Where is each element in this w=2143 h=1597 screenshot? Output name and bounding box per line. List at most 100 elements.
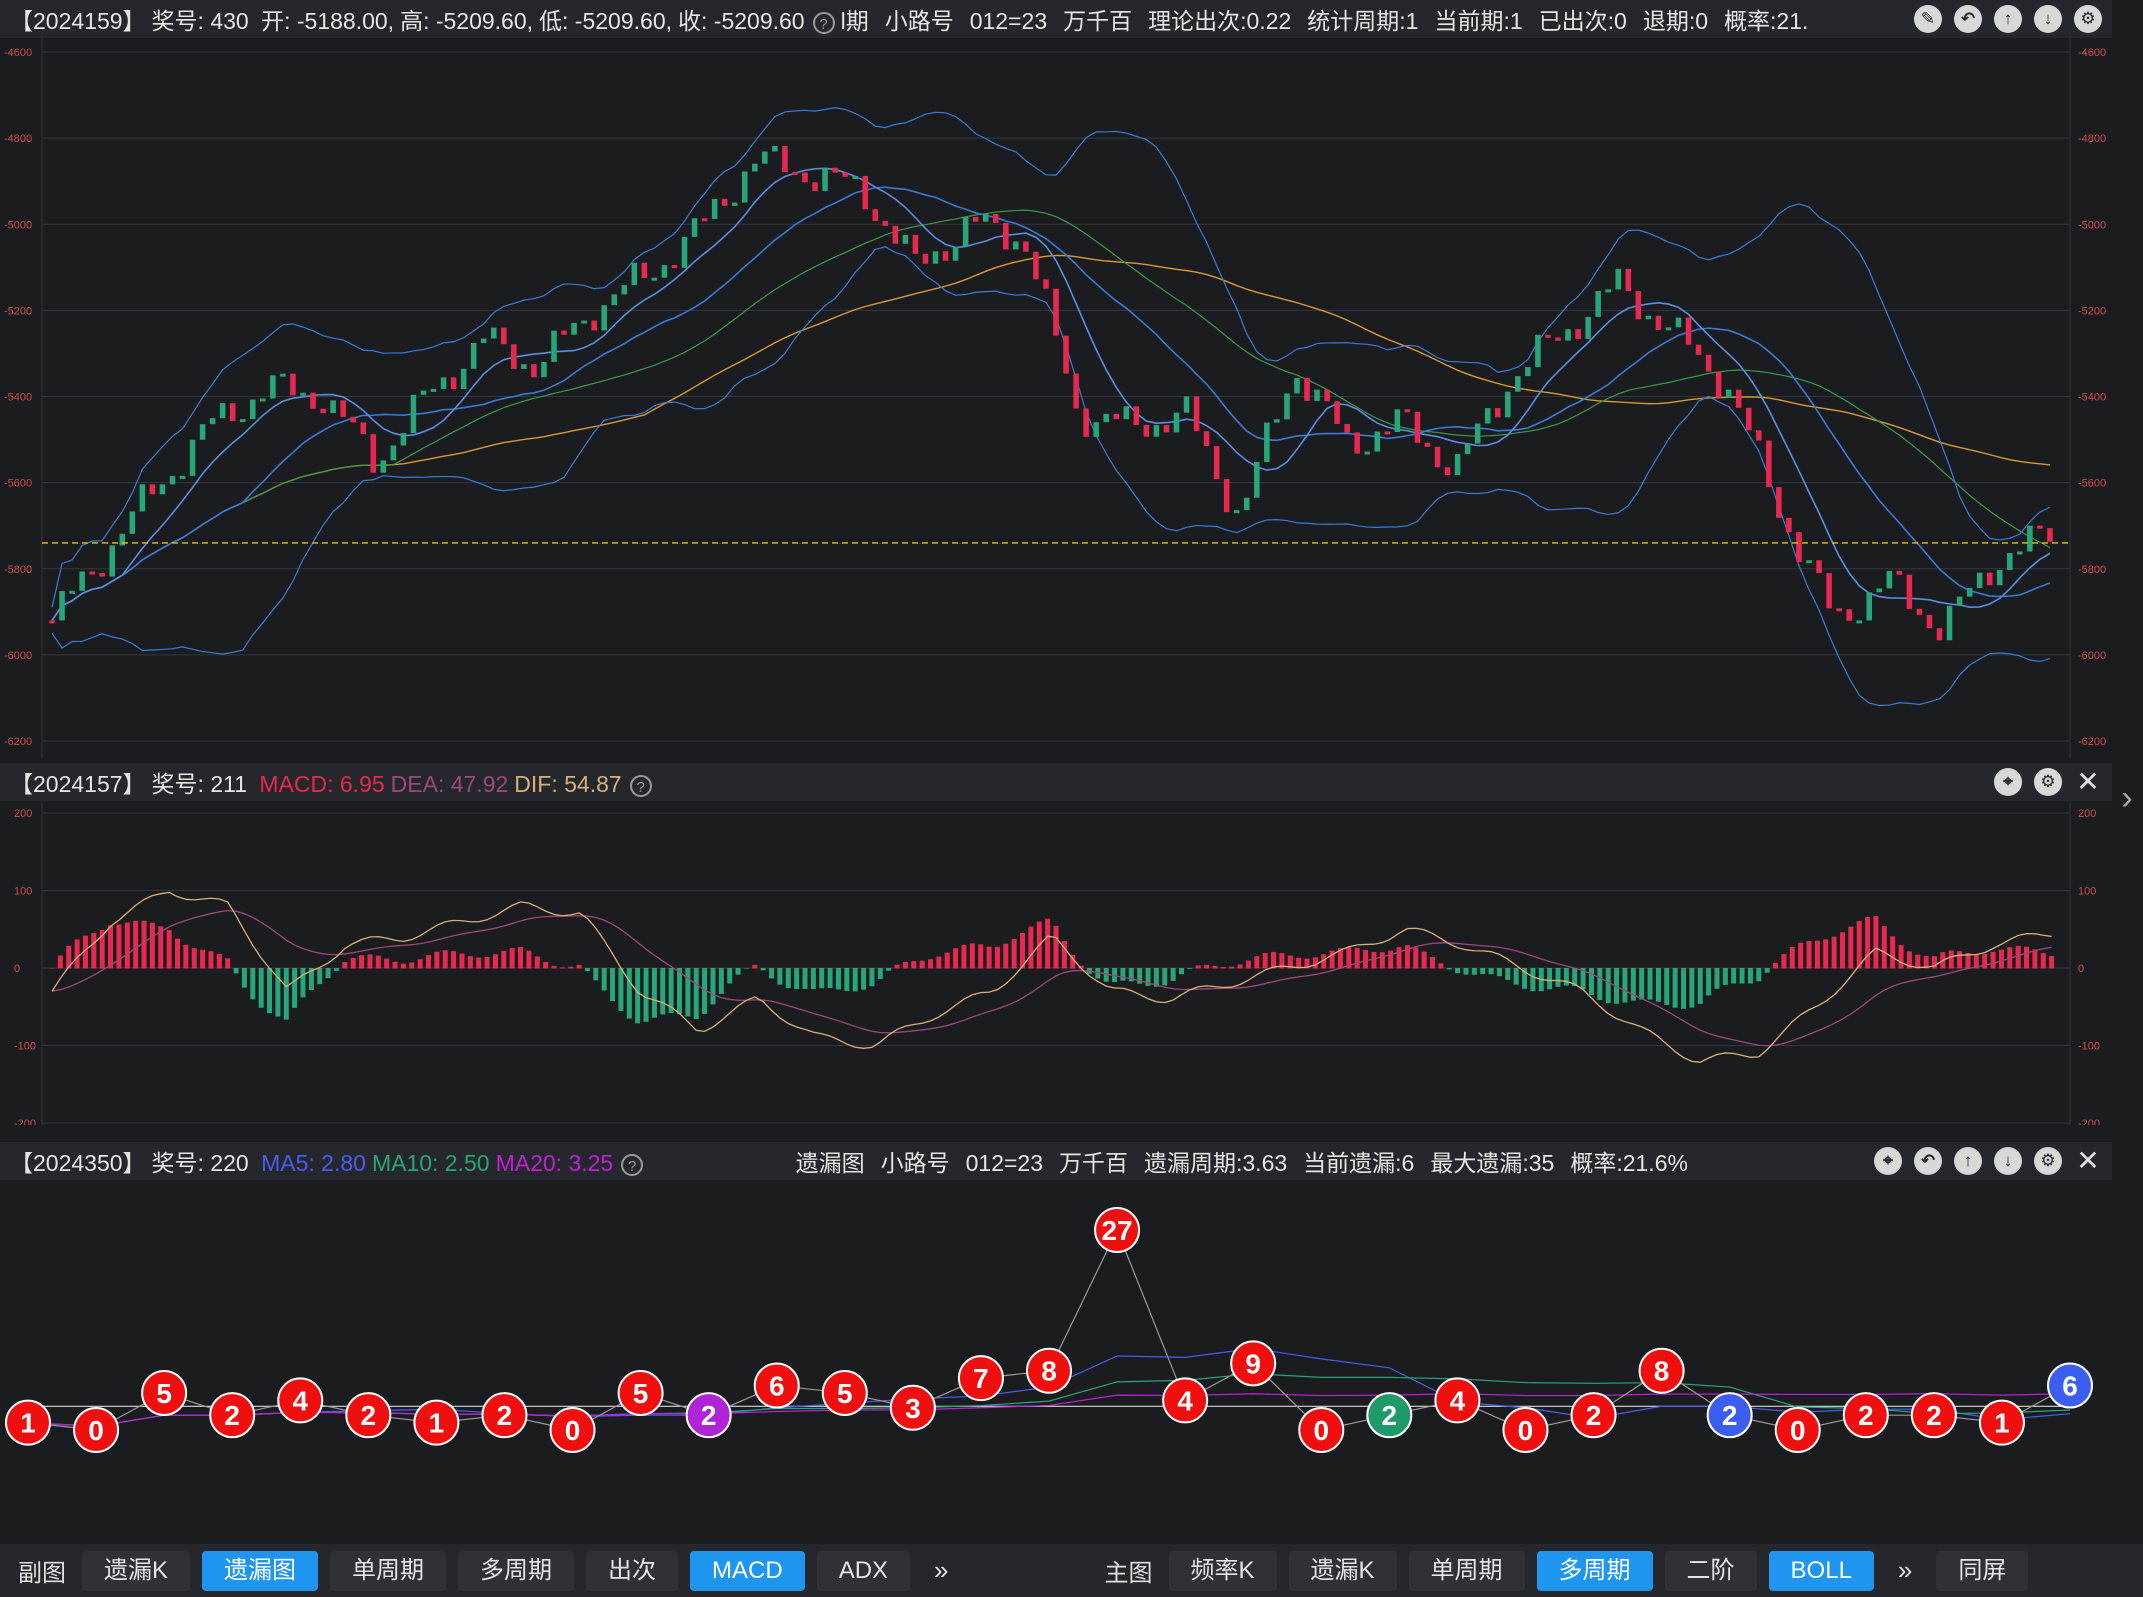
close-icon[interactable]: ✕: [2074, 1147, 2102, 1175]
macd-bar: [676, 968, 683, 1015]
help-icon[interactable]: ?: [621, 1153, 644, 1176]
candle: [1565, 329, 1571, 341]
macd-bar: [1245, 960, 1251, 969]
macd-bar: [1505, 968, 1511, 980]
y-tick-label-left: 0: [14, 963, 20, 975]
settings-icon[interactable]: ⚙: [2034, 1147, 2062, 1175]
candle: [1414, 411, 1421, 443]
macd-bar: [794, 968, 800, 990]
miss-panel[interactable]: 1 0 5 2 4 2 1 2 0 5 2 6 5 3 7 8 27 4 9 0 2 4 0 2 8 2 0 2 2 1 6: [0, 1180, 2112, 1542]
macd-bar: [1170, 968, 1176, 981]
ma20-line: [27, 1393, 2071, 1427]
candle: [551, 330, 557, 362]
main-btn-0[interactable]: 频率K: [1168, 1550, 1277, 1591]
candle: [1113, 413, 1120, 420]
candle: [1906, 574, 1913, 609]
sub-btn-5[interactable]: MACD: [690, 1550, 805, 1591]
main-digits: 万千百: [1063, 8, 1133, 34]
macd-bar: [325, 968, 331, 979]
macd-bar: [760, 968, 766, 971]
main-btn-3[interactable]: 多周期: [1536, 1550, 1653, 1591]
macd-bar: [1605, 968, 1611, 1004]
close-icon[interactable]: ✕: [2074, 768, 2102, 796]
y-tick-label-right: -4600: [2078, 47, 2106, 59]
macd-bar: [1178, 968, 1185, 975]
sub-btn-3[interactable]: 多周期: [458, 1550, 575, 1591]
miss-point-label: 8: [1654, 1356, 1670, 1387]
sub-btn-6[interactable]: ADX: [816, 1550, 911, 1591]
macd-bar: [2032, 949, 2038, 969]
candle: [89, 571, 95, 575]
macd-bar: [2040, 953, 2046, 969]
macd-bar: [643, 968, 649, 1022]
edit-icon[interactable]: ✎: [1914, 5, 1942, 33]
sub-btn-0[interactable]: 遗漏K: [82, 1550, 191, 1591]
macd-bar: [200, 949, 206, 969]
candle: [641, 262, 648, 279]
macd-bar: [1915, 954, 1921, 969]
macd-bar: [584, 968, 590, 972]
macd-bar: [409, 962, 415, 969]
macd-bar: [292, 968, 298, 1008]
candle: [219, 403, 226, 419]
macd-bar: [476, 957, 482, 969]
down-arrow-icon[interactable]: ↓: [1994, 1147, 2022, 1175]
macd-panel[interactable]: 200 200 100 100 0 0 -100 -100 -200 -200: [0, 801, 2112, 1125]
more-sub-button[interactable]: »: [916, 1555, 966, 1586]
settings-icon[interactable]: ⚙: [2074, 5, 2102, 33]
main-btn-4[interactable]: 二阶: [1664, 1550, 1757, 1591]
back-icon[interactable]: ↶: [1954, 5, 1982, 33]
pin-icon[interactable]: ⌖: [1874, 1147, 1902, 1175]
main-chart-panel[interactable]: -4600 -4600 -4800 -4800 -5000 -5000 -5200 -5200…: [0, 38, 2112, 758]
miss-period-id: 【2024350】: [10, 1150, 146, 1176]
sub-btn-4[interactable]: 出次: [586, 1550, 679, 1591]
macd-bar: [785, 968, 791, 989]
macd-bar: [994, 946, 1000, 969]
settings-icon[interactable]: ⚙: [2034, 768, 2062, 796]
candle: [1645, 315, 1652, 320]
candle: [300, 392, 306, 396]
main-code: 012=23: [969, 8, 1048, 34]
macd-bar: [735, 968, 741, 975]
y-tick-label-left: -4800: [4, 133, 32, 145]
candle: [209, 418, 216, 425]
miss-point-label: 5: [633, 1378, 649, 1409]
candle: [1143, 425, 1150, 437]
candle: [1264, 422, 1270, 462]
candle: [892, 225, 899, 244]
candle: [681, 236, 688, 268]
up-arrow-icon[interactable]: ↑: [1954, 1147, 1982, 1175]
sub-btn-2[interactable]: 单周期: [330, 1550, 447, 1591]
macd-bar: [1664, 968, 1670, 1005]
help-icon[interactable]: ?: [629, 774, 652, 797]
macd-bar: [1045, 918, 1051, 969]
miss-header: 【2024350】 奖号: 220 MA5: 2.80 MA10: 2.50 MA20…: [0, 1142, 2112, 1180]
back-icon[interactable]: ↶: [1914, 1147, 1942, 1175]
macd-bar: [618, 968, 624, 1011]
pin-icon[interactable]: ⌖: [1994, 768, 2022, 796]
macd-bar: [551, 965, 557, 969]
sub-btn-1[interactable]: 遗漏图: [202, 1550, 319, 1591]
chevron-right-icon[interactable]: ›: [2113, 778, 2141, 818]
main-btn-1[interactable]: 遗漏K: [1288, 1550, 1397, 1591]
help-icon[interactable]: ?: [812, 11, 835, 34]
more-main-button[interactable]: »: [1880, 1555, 1930, 1586]
candle: [701, 218, 708, 222]
miss-current: 当前遗漏:6: [1303, 1150, 1415, 1176]
macd-bar: [1622, 968, 1628, 1003]
up-arrow-icon[interactable]: ↑: [1994, 5, 2022, 33]
split-screen-button[interactable]: 同屏: [1936, 1550, 2029, 1591]
candle: [270, 375, 276, 399]
macd-bar: [769, 968, 775, 979]
y-tick-label-left: -5000: [4, 219, 32, 231]
macd-bar: [660, 968, 666, 1015]
candle: [350, 416, 356, 423]
main-btn-5[interactable]: BOLL: [1768, 1550, 1874, 1591]
candle: [149, 484, 156, 495]
main-high: 高: -5209.60,: [400, 8, 534, 34]
candle: [2007, 553, 2013, 571]
down-arrow-icon[interactable]: ↓: [2034, 5, 2062, 33]
main-btn-2[interactable]: 单周期: [1408, 1550, 1525, 1591]
macd-bar: [1655, 968, 1661, 1002]
miss-point-label: 5: [156, 1378, 172, 1409]
